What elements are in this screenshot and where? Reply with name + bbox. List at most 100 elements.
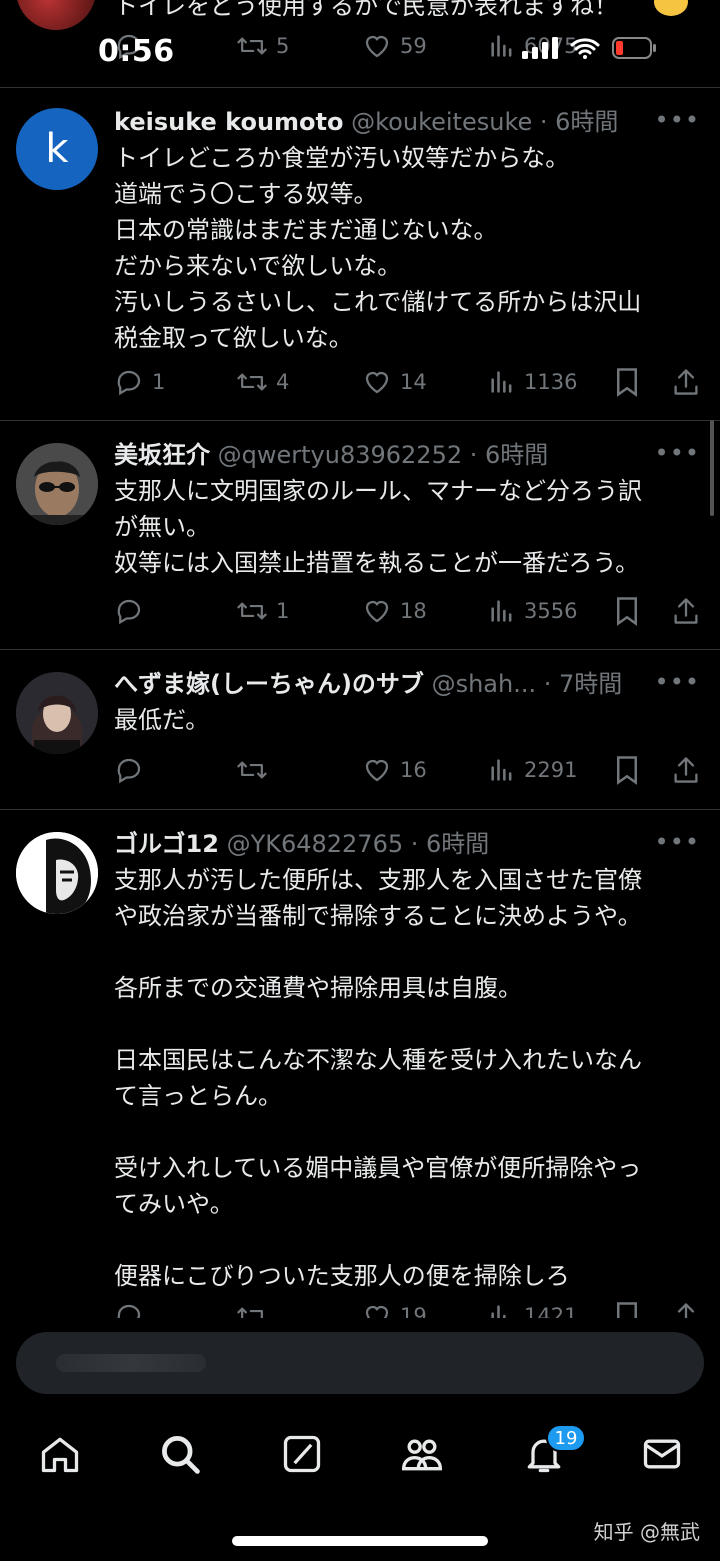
views-icon	[491, 371, 512, 393]
like-count: 18	[400, 599, 427, 623]
share-icon	[674, 598, 698, 624]
retweet-button[interactable]	[236, 752, 276, 788]
bookmark-button[interactable]	[614, 1298, 640, 1318]
share-button[interactable]	[672, 1298, 700, 1318]
tweet-header: ゴルゴ12 @YK64822765 · 6時間	[114, 830, 490, 858]
share-icon	[674, 369, 698, 395]
retweet-count: 4	[276, 370, 290, 394]
watermark: 知乎 @無武	[593, 1520, 700, 1544]
reply-input[interactable]	[16, 1332, 704, 1394]
retweet-icon	[237, 761, 267, 779]
mail-icon	[643, 1439, 681, 1469]
more-options-button[interactable]: •••	[655, 106, 700, 134]
reply-count: 1	[152, 370, 166, 394]
views-count: 3556	[524, 599, 578, 623]
user-handle[interactable]: @shah...	[432, 670, 537, 698]
bottom-nav	[0, 1408, 720, 1498]
views-button[interactable]: 1136	[488, 364, 577, 400]
retweet-button[interactable]: 4	[236, 364, 289, 400]
bookmark-button[interactable]	[614, 752, 640, 788]
nav-grok[interactable]	[280, 1432, 324, 1476]
reply-icon	[117, 599, 141, 625]
tweet-text: トイレどころか食堂が汚い奴等だからな。 道端でう〇こする奴等。 日本の常識はまだ…	[114, 144, 642, 352]
tweet[interactable]: ゴルゴ12 @YK64822765 · 6時間 ••• 支那人が汚した便所は、支…	[0, 810, 720, 1318]
tweet-time: 6時間	[555, 108, 619, 136]
bookmark-icon	[617, 368, 637, 397]
heart-icon	[365, 1305, 389, 1318]
status-bar: 0:56	[0, 0, 720, 88]
display-name[interactable]: ゴルゴ12	[114, 830, 219, 858]
like-button[interactable]: 16	[362, 752, 427, 788]
reply-button[interactable]	[114, 752, 152, 788]
like-button[interactable]: 19	[362, 1298, 427, 1318]
share-button[interactable]	[672, 752, 700, 788]
more-options-button[interactable]: •••	[655, 828, 700, 856]
scrollbar[interactable]	[710, 420, 714, 516]
user-handle[interactable]: @qwertyu83962252	[218, 441, 462, 469]
tweet-time: 7時間	[559, 670, 623, 698]
reply-icon	[117, 1304, 141, 1318]
bookmark-icon	[617, 756, 637, 785]
reply-button[interactable]: 1	[114, 364, 165, 400]
tweet-header: 美坂狂介 @qwertyu83962252 · 6時間	[114, 441, 549, 469]
share-button[interactable]	[672, 593, 700, 629]
retweet-icon	[237, 1307, 263, 1318]
display-name[interactable]: keisuke koumoto	[114, 108, 344, 136]
views-icon	[491, 1305, 506, 1318]
status-time: 0:56	[98, 34, 175, 69]
retweet-button[interactable]	[236, 1298, 268, 1318]
avatar-image	[16, 832, 98, 914]
avatar[interactable]: k	[16, 108, 98, 190]
tweet[interactable]: 美坂狂介 @qwertyu83962252 · 6時間 ••• 支那人に文明国家…	[0, 421, 720, 650]
views-count: 1136	[524, 370, 578, 394]
more-options-button[interactable]: •••	[655, 439, 700, 467]
reply-placeholder-blurred	[56, 1354, 206, 1372]
user-handle[interactable]: @koukeitesuke	[351, 108, 532, 136]
reply-button[interactable]	[114, 1298, 144, 1318]
tweet-time: 6時間	[426, 830, 490, 858]
like-button[interactable]: 18	[362, 593, 427, 629]
bookmark-icon	[617, 1302, 637, 1318]
grok-icon	[283, 1435, 321, 1473]
bookmark-button[interactable]	[614, 364, 640, 400]
search-icon	[162, 1436, 200, 1474]
tweet-text: 支那人に文明国家のルール、マナーなど分ろう訳 が無い。 奴等には入国禁止措置を執…	[114, 477, 642, 577]
display-name[interactable]: 美坂狂介	[114, 441, 210, 469]
avatar[interactable]	[16, 443, 98, 525]
display-name[interactable]: へずま嫁(しーちゃん)のサブ	[114, 670, 424, 698]
bookmark-button[interactable]	[614, 593, 640, 629]
retweet-icon	[237, 373, 267, 391]
reply-button[interactable]	[114, 593, 152, 629]
views-button[interactable]: 3556	[488, 593, 577, 629]
like-button[interactable]: 14	[362, 364, 427, 400]
like-count: 19	[400, 1304, 427, 1318]
more-options-button[interactable]: •••	[655, 668, 700, 696]
home-indicator[interactable]	[232, 1536, 488, 1546]
retweet-button[interactable]: 1	[236, 593, 289, 629]
retweet-icon	[237, 602, 267, 620]
like-count: 14	[400, 370, 427, 394]
tweet-text: 支那人が汚した便所は、支那人を入国させた官僚 や政治家が当番制で掃除することに決…	[114, 866, 642, 1290]
user-handle[interactable]: @YK64822765	[227, 830, 404, 858]
tweet[interactable]: へずま嫁(しーちゃん)のサブ @shah... · 7時間 ••• 最低だ。 1…	[0, 650, 720, 810]
tweet[interactable]: k keisuke koumoto @koukeitesuke · 6時間 ••…	[0, 88, 720, 421]
nav-home[interactable]	[38, 1432, 82, 1476]
heart-icon	[365, 371, 389, 394]
avatar[interactable]	[16, 672, 98, 754]
retweet-count: 1	[276, 599, 290, 623]
views-button[interactable]: 1421	[488, 1298, 577, 1318]
nav-messages[interactable]	[640, 1432, 684, 1476]
tweet-time: 6時間	[485, 441, 549, 469]
notification-badge: 19	[546, 1424, 586, 1452]
nav-communities[interactable]	[400, 1432, 444, 1476]
views-count: 1421	[524, 1304, 578, 1318]
views-button[interactable]: 2291	[488, 752, 577, 788]
nav-search[interactable]	[158, 1432, 202, 1476]
reply-icon	[117, 758, 141, 784]
tweet-text: 最低だ。	[114, 706, 210, 734]
avatar[interactable]	[16, 832, 98, 914]
share-button[interactable]	[672, 364, 700, 400]
views-count: 2291	[524, 758, 578, 782]
share-icon	[674, 757, 698, 783]
bookmark-icon	[617, 597, 637, 626]
